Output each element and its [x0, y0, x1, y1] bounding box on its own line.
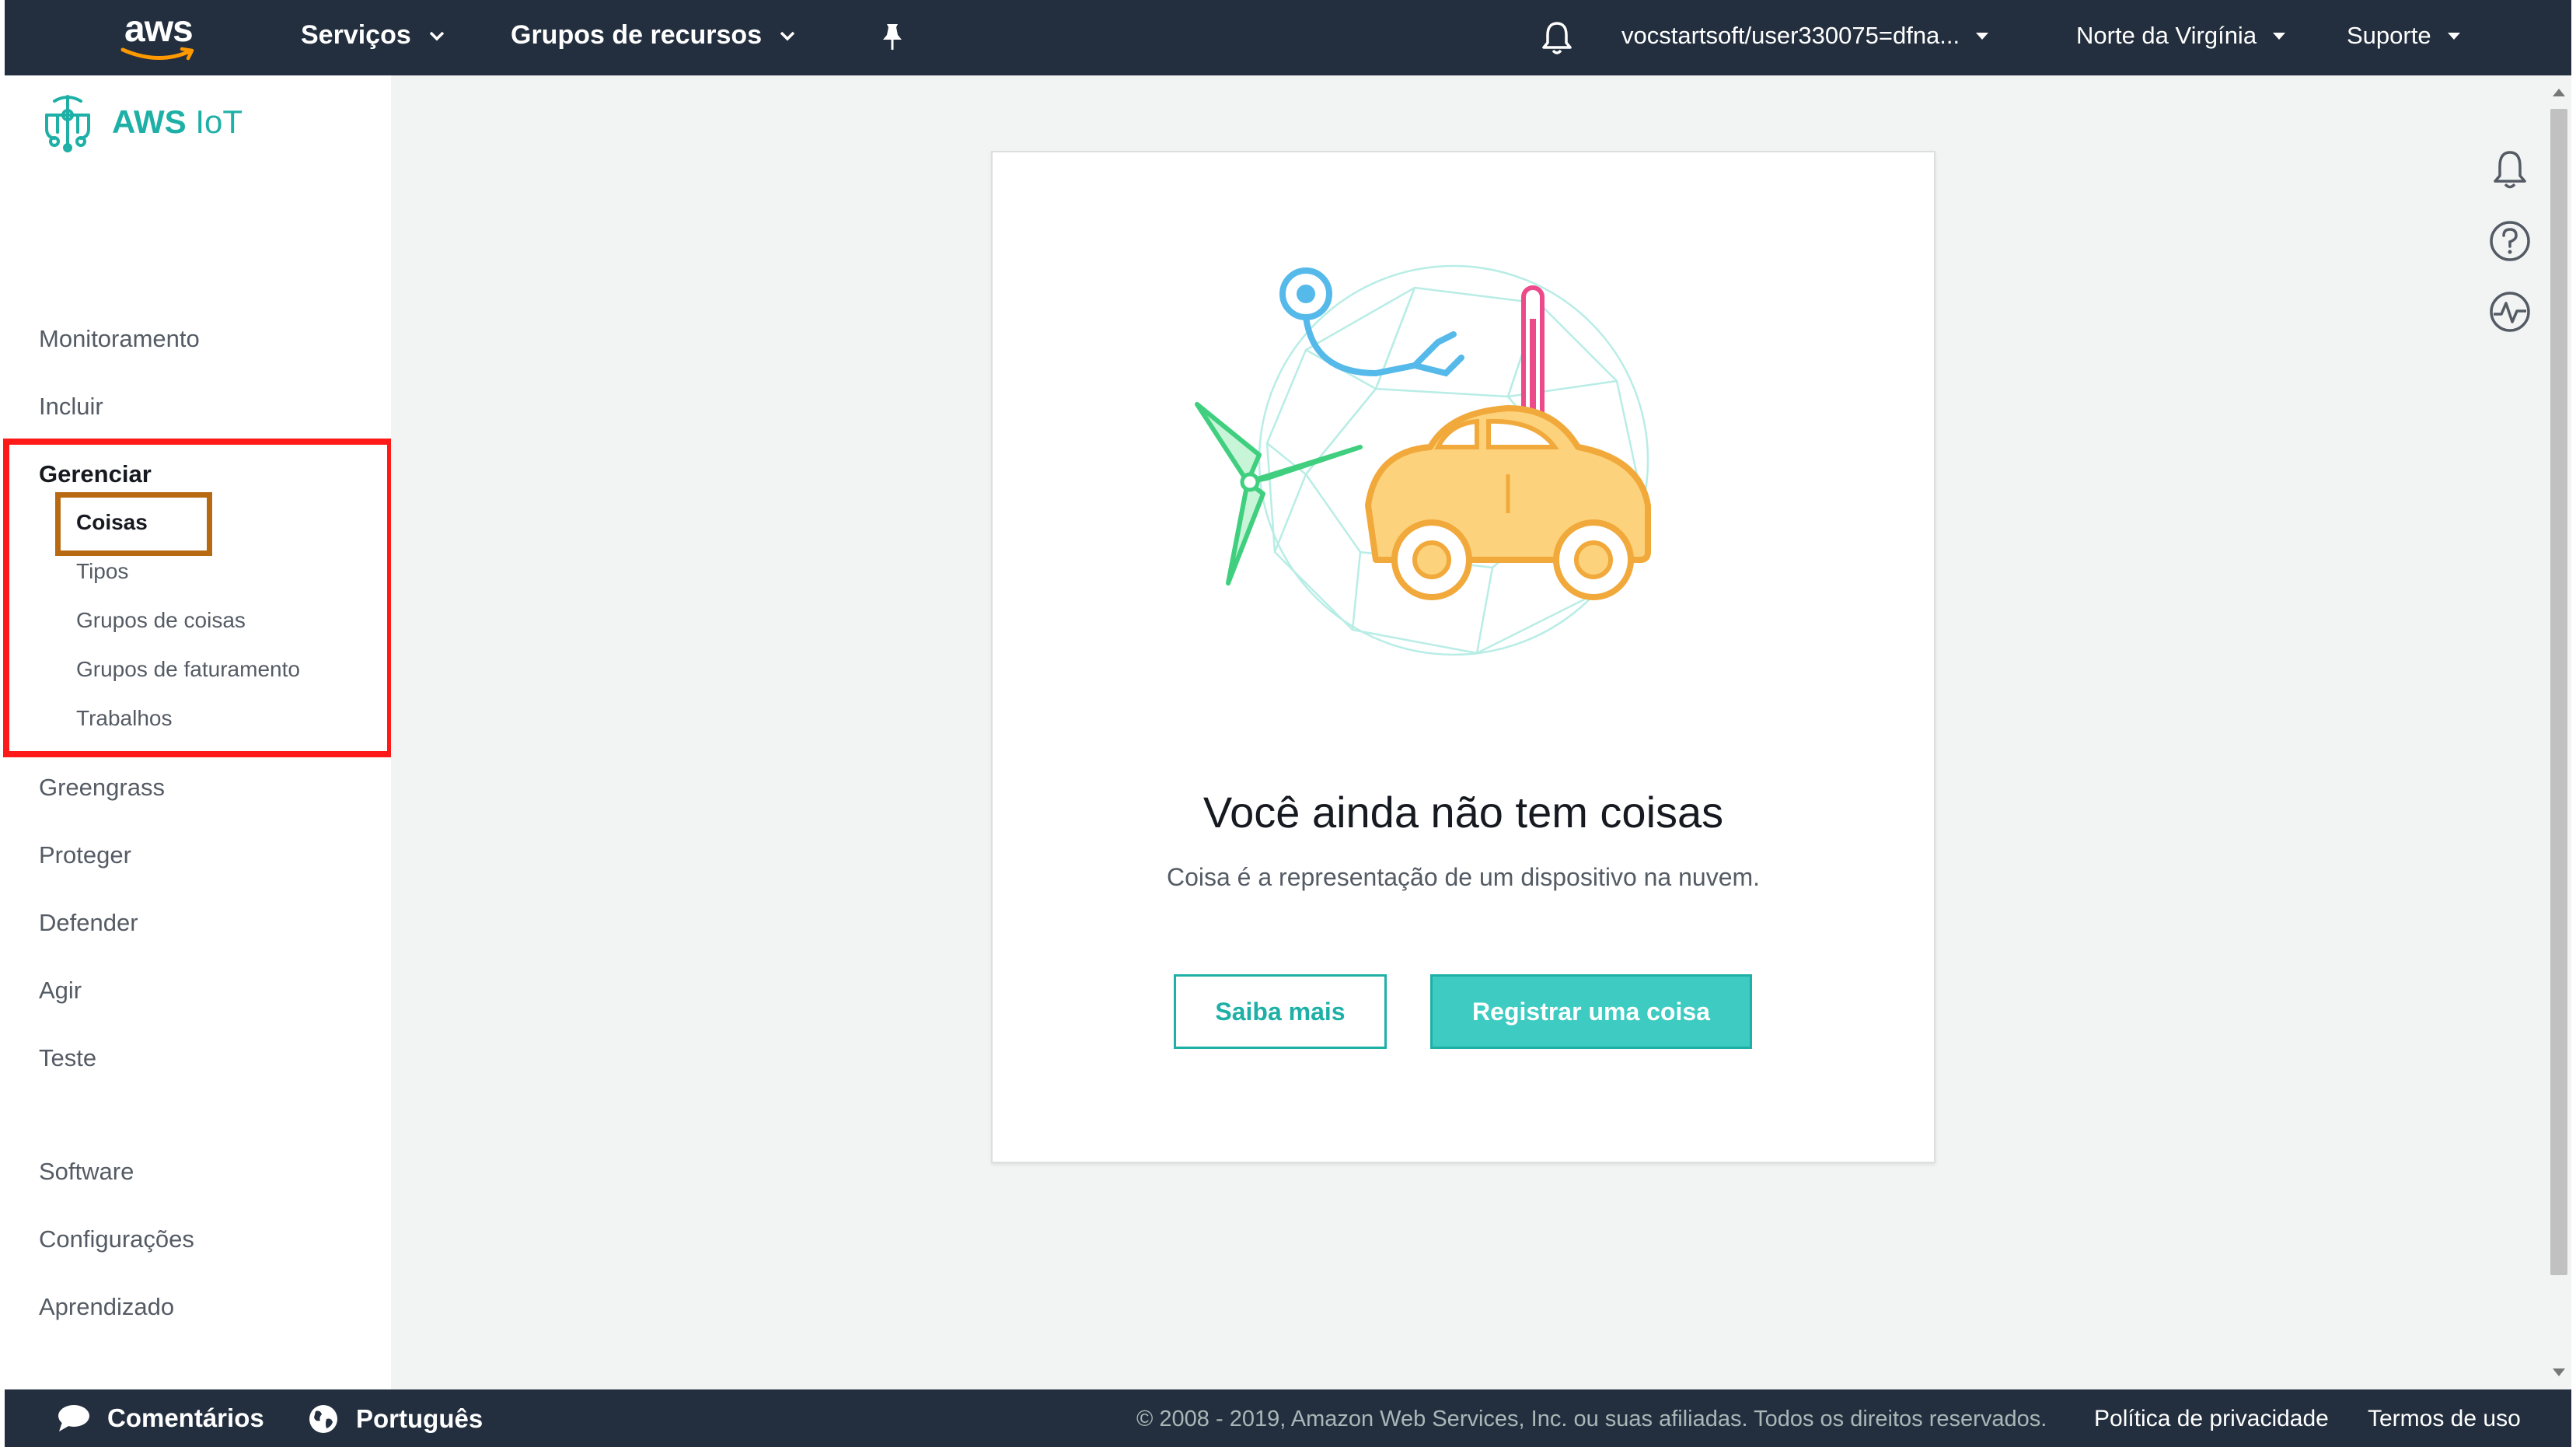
account-menu[interactable]: vocstartsoft/user330075=dfna... — [1621, 22, 1989, 50]
aws-logo[interactable]: aws — [120, 8, 205, 64]
privacy-policy-link[interactable]: Política de privacidade — [2094, 1406, 2329, 1432]
services-label: Serviços — [301, 20, 411, 50]
aws-logo-text: aws — [124, 9, 194, 50]
empty-state-title: Você ainda não tem coisas — [1202, 788, 1724, 837]
support-menu[interactable]: Suporte — [2347, 22, 2461, 50]
resource-groups-menu[interactable]: Grupos de recursos — [511, 20, 796, 51]
notifications-bell-icon[interactable] — [2487, 148, 2532, 193]
services-menu[interactable]: Serviços — [301, 20, 445, 51]
pin-icon[interactable] — [880, 23, 905, 52]
scroll-down-arrow-icon[interactable] — [2553, 1368, 2565, 1376]
sidebar-item-configuracoes[interactable]: Configurações — [39, 1225, 194, 1253]
aws-smile-icon — [120, 47, 194, 61]
speech-bubble-icon — [58, 1405, 89, 1431]
learn-more-button[interactable]: Saiba mais — [1174, 974, 1387, 1049]
bell-icon[interactable] — [1541, 20, 1573, 56]
brand-iot-text: IoT — [195, 103, 243, 140]
copyright-text: © 2008 - 2019, Amazon Web Services, Inc.… — [1136, 1407, 2047, 1431]
feedback-button[interactable]: Comentários — [56, 1403, 264, 1433]
brand-aws-text: AWS — [112, 103, 187, 140]
activity-icon[interactable] — [2487, 289, 2532, 334]
caret-down-icon — [1976, 33, 1989, 40]
sidebar-item-teste[interactable]: Teste — [39, 1044, 96, 1072]
language-selector[interactable]: Português — [308, 1403, 483, 1435]
chevron-down-icon — [429, 31, 445, 40]
aws-iot-brand[interactable]: AWS IoT — [37, 92, 243, 152]
highlight-box-gerenciar — [3, 439, 393, 757]
iot-illustration — [1195, 264, 1651, 656]
scrollbar-thumb[interactable] — [2550, 109, 2567, 1275]
sidebar-item-agir[interactable]: Agir — [39, 977, 82, 1005]
top-navigation-bar: aws Serviços Grupos de recursos vocstart… — [5, 0, 2571, 75]
chevron-down-icon — [780, 31, 795, 40]
register-thing-button[interactable]: Registrar uma coisa — [1430, 974, 1752, 1049]
empty-state-subtitle: Coisa é a representação de um dispositiv… — [1166, 863, 1761, 891]
globe-icon — [309, 1405, 337, 1433]
highlight-box-coisas — [55, 492, 212, 556]
account-label: vocstartsoft/user330075=dfna... — [1621, 22, 1960, 49]
resource-groups-label: Grupos de recursos — [511, 20, 763, 50]
sidebar-item-monitoramento[interactable]: Monitoramento — [39, 325, 200, 353]
terms-of-use-link[interactable]: Termos de uso — [2368, 1406, 2521, 1432]
footer-bar: Comentários Português © 2008 - 2019, Ama… — [5, 1389, 2571, 1447]
help-icon[interactable] — [2487, 218, 2532, 264]
region-label: Norte da Virgínia — [2076, 22, 2257, 49]
sidebar-item-incluir[interactable]: Incluir — [39, 393, 103, 421]
sidebar-item-greengrass[interactable]: Greengrass — [39, 774, 165, 802]
support-label: Suporte — [2347, 22, 2431, 49]
caret-down-icon — [2273, 33, 2286, 40]
sidebar-item-proteger[interactable]: Proteger — [39, 841, 131, 869]
aws-iot-logo-icon — [45, 95, 90, 152]
feedback-label: Comentários — [107, 1403, 264, 1432]
region-menu[interactable]: Norte da Virgínia — [2076, 22, 2286, 50]
sidebar-item-software[interactable]: Software — [39, 1158, 134, 1186]
language-label: Português — [356, 1404, 483, 1433]
sidebar-item-aprendizado[interactable]: Aprendizado — [39, 1293, 174, 1321]
scroll-up-arrow-icon[interactable] — [2553, 89, 2565, 96]
sidebar-item-defender[interactable]: Defender — [39, 909, 138, 937]
caret-down-icon — [2447, 33, 2460, 40]
